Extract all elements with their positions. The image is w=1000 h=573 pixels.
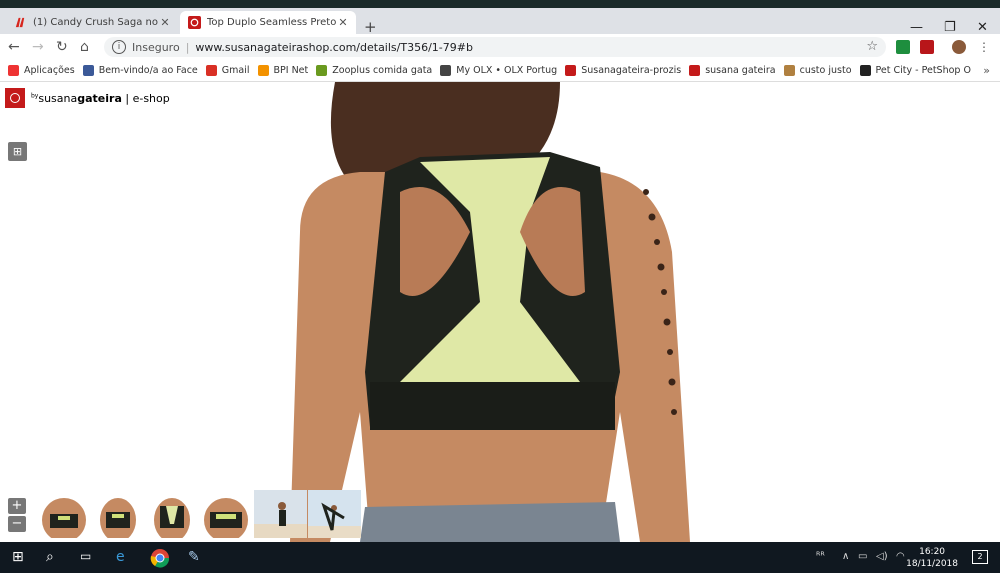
- bookmark-item[interactable]: custo justo: [783, 65, 852, 76]
- olx-icon: [440, 65, 452, 76]
- logo-name-light: susana: [38, 91, 78, 105]
- restore-button[interactable]: ❐: [944, 20, 956, 35]
- tab-candy-crush[interactable]: (1) Candy Crush Saga no Facebook ✕: [6, 11, 178, 34]
- bookmark-label: Gmail: [221, 65, 250, 76]
- thumbnail-5[interactable]: [254, 490, 307, 538]
- tab-close-icon[interactable]: ✕: [158, 16, 172, 29]
- wifi-icon[interactable]: ◠: [896, 551, 905, 562]
- extension-pdf-icon[interactable]: [920, 40, 934, 54]
- bookmark-item[interactable]: Susanagateira-prozis: [565, 65, 681, 76]
- bookmark-label: Zooplus comida gata: [332, 65, 433, 76]
- thumbnail-2[interactable]: [92, 490, 145, 538]
- notification-center-icon[interactable]: 2: [972, 550, 988, 564]
- logo-text: bysusanagateira | e-shop: [31, 92, 170, 105]
- apps-grid-icon: [8, 65, 19, 76]
- zoom-control: + −: [8, 498, 26, 534]
- address-bar[interactable]: i Inseguro | www.susanagateirashop.com/d…: [104, 37, 886, 57]
- volume-icon[interactable]: ◁): [876, 551, 888, 562]
- clock-time: 16:20: [919, 547, 946, 557]
- clock-date: 18/11/2018: [906, 559, 958, 569]
- toolbar: ← → ↻ ⌂ i Inseguro | www.susanagateirash…: [0, 34, 1000, 60]
- tab-close-icon[interactable]: ✕: [336, 16, 350, 29]
- tray-expand-icon[interactable]: ∧: [842, 551, 849, 562]
- bookmark-star-icon[interactable]: ☆: [866, 39, 878, 54]
- address-separator: |: [185, 40, 190, 54]
- thumbnail-6[interactable]: [308, 490, 361, 538]
- custojusto-icon: [783, 65, 795, 76]
- extension-download-icon[interactable]: [896, 40, 910, 54]
- security-label: Inseguro: [132, 40, 180, 54]
- profile-avatar[interactable]: [952, 40, 966, 54]
- product-photo: [290, 82, 690, 542]
- bookmark-item[interactable]: Pet City - PetShop O: [859, 65, 971, 76]
- edge-icon[interactable]: e: [116, 549, 125, 565]
- bookmark-item[interactable]: Bem-vindo/a ao Face: [82, 65, 198, 76]
- bookmark-label: Bem-vindo/a ao Face: [98, 65, 198, 76]
- home-button[interactable]: ⌂: [80, 39, 89, 55]
- zoom-in-button[interactable]: +: [8, 498, 26, 514]
- facebook-icon: [82, 65, 94, 76]
- susana-icon: [689, 65, 701, 76]
- zoom-out-button[interactable]: −: [8, 516, 26, 532]
- gmail-icon: [205, 65, 217, 76]
- search-icon[interactable]: ⌕: [46, 549, 54, 565]
- battery-icon[interactable]: ▭: [858, 551, 867, 562]
- thumbnail-4[interactable]: [200, 490, 253, 538]
- product-page: bysusanagateira | e-shop ⊞ + −: [0, 82, 1000, 542]
- system-clock[interactable]: 16:20 18/11/2018: [906, 546, 958, 570]
- task-view-icon[interactable]: ▭: [80, 549, 91, 563]
- tray-label[interactable]: ᴿᴿ: [816, 551, 825, 562]
- candy-crush-icon: [15, 17, 25, 28]
- bookmark-item[interactable]: Zooplus comida gata: [316, 65, 432, 76]
- bookmark-item[interactable]: My OLX • OLX Portug: [440, 65, 557, 76]
- bookmark-label: susana gateira: [705, 65, 776, 76]
- close-window-button[interactable]: ✕: [977, 20, 988, 35]
- thumbnail-1[interactable]: [38, 490, 91, 538]
- paw-icon: [859, 65, 871, 76]
- paint-icon[interactable]: ✎: [188, 549, 200, 565]
- bookmark-label: BPI Net: [273, 65, 309, 76]
- info-icon[interactable]: i: [112, 40, 126, 54]
- bookmarks-overflow-button[interactable]: »: [983, 64, 990, 77]
- bookmarks-bar: Aplicações Bem-vindo/a ao Face Gmail BPI Ne…: [0, 60, 1000, 82]
- reload-button[interactable]: ↻: [56, 39, 68, 55]
- zooplus-icon: [316, 65, 328, 76]
- site-logo[interactable]: bysusanagateira | e-shop: [5, 88, 170, 108]
- susana-icon: [565, 65, 577, 76]
- window-top-edge: [0, 0, 1000, 8]
- bookmark-label: Pet City - PetShop O: [875, 65, 971, 76]
- menu-icon[interactable]: ⋮: [978, 39, 990, 55]
- tab-product[interactable]: Top Duplo Seamless Preto Amarelo ✕: [180, 11, 356, 34]
- url-text[interactable]: www.susanagateirashop.com/details/T356/1…: [195, 41, 473, 54]
- bookmark-label: Susanagateira-prozis: [581, 65, 682, 76]
- windows-start-icon[interactable]: ⊞: [12, 549, 24, 565]
- logo-suffix: | e-shop: [125, 91, 170, 105]
- chrome-icon[interactable]: [150, 548, 170, 568]
- grid-view-icon[interactable]: ⊞: [8, 142, 27, 161]
- bookmark-label: My OLX • OLX Portug: [456, 65, 558, 76]
- back-button[interactable]: ←: [8, 39, 20, 55]
- windows-taskbar: ⊞ ⌕ ▭ e ✎ ᴿᴿ ∧ ▭ ◁) ◠ 16:20 18/11/2018 2: [0, 542, 1000, 573]
- bookmark-label: custo justo: [799, 65, 852, 76]
- tab-strip: (1) Candy Crush Saga no Facebook ✕ Top D…: [0, 8, 1000, 35]
- bpi-icon: [257, 65, 269, 76]
- susana-icon: [188, 16, 201, 29]
- bookmark-item[interactable]: BPI Net: [257, 65, 309, 76]
- bookmark-item[interactable]: susana gateira: [689, 65, 776, 76]
- logo-mark-icon: [5, 88, 25, 108]
- tab-title: (1) Candy Crush Saga no Facebook: [33, 17, 158, 28]
- new-tab-button[interactable]: +: [364, 20, 377, 35]
- bookmark-item[interactable]: Gmail: [205, 65, 250, 76]
- bookmark-item[interactable]: Aplicações: [8, 65, 75, 76]
- forward-button[interactable]: →: [32, 39, 44, 55]
- thumbnail-strip: [38, 490, 362, 538]
- minimize-button[interactable]: —: [910, 20, 923, 35]
- tab-title: Top Duplo Seamless Preto Amarelo: [207, 17, 336, 28]
- logo-name-bold: gateira: [77, 91, 122, 105]
- bookmark-label: Aplicações: [24, 65, 75, 76]
- thumbnail-3[interactable]: [146, 490, 199, 538]
